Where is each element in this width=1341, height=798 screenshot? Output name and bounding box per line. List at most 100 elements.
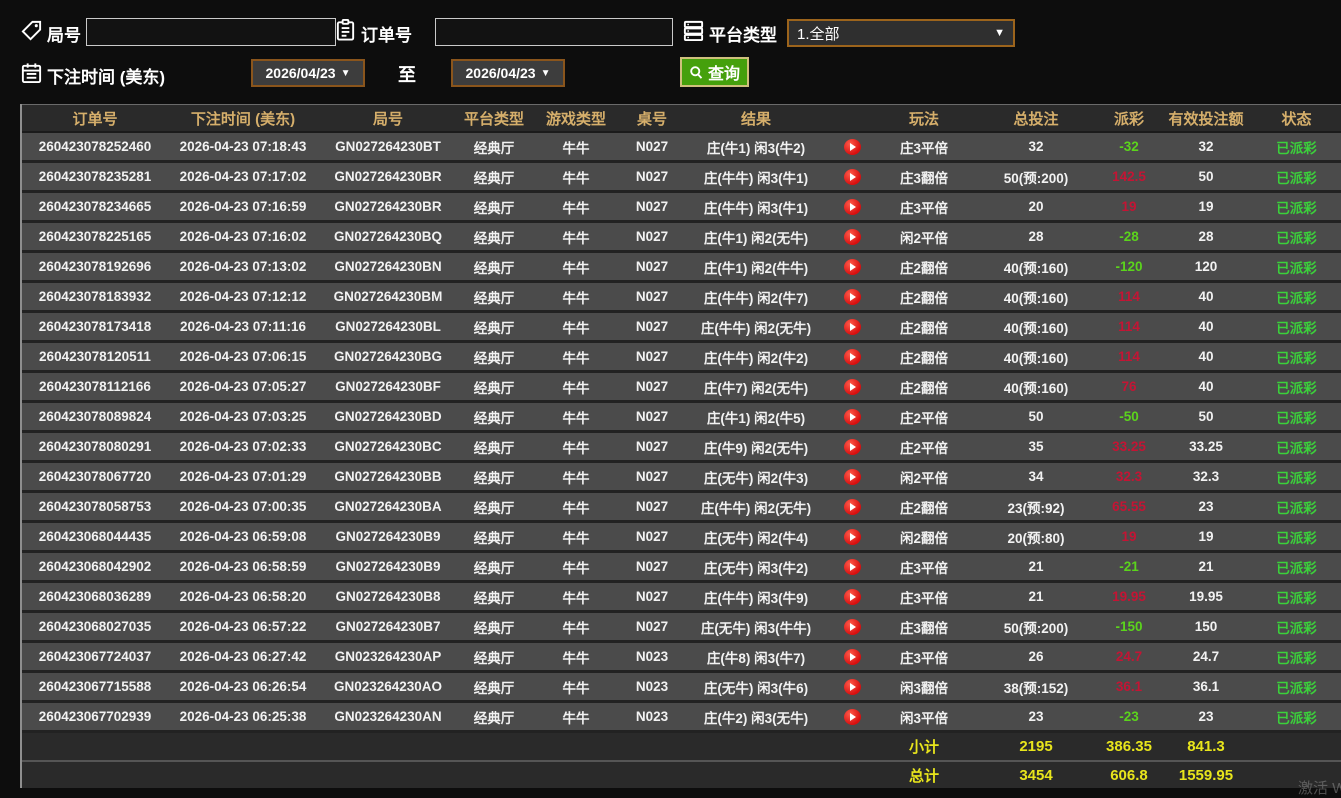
cell-table: N023	[622, 679, 682, 694]
date-to-picker[interactable]: 2026/04/23 ▼	[451, 59, 565, 87]
cell-bet: 40(预:160)	[974, 317, 1098, 337]
play-icon	[850, 443, 856, 451]
table-row: 2604230780802912026-04-23 07:02:33GN0272…	[22, 433, 1341, 463]
play-video-button[interactable]	[844, 589, 861, 605]
play-cell	[830, 679, 874, 695]
cell-order: 260423078080291	[22, 439, 168, 454]
cell-time: 2026-04-23 06:58:20	[168, 589, 318, 604]
cell-time: 2026-04-23 07:16:59	[168, 199, 318, 214]
cell-bet: 40(预:160)	[974, 377, 1098, 397]
cell-round: GN027264230B7	[318, 619, 458, 634]
play-video-button[interactable]	[844, 319, 861, 335]
cell-payout: 65.55	[1098, 499, 1160, 514]
cell-order: 260423078067720	[22, 469, 168, 484]
cell-play: 闲3翻倍	[874, 677, 974, 697]
platform-type-select[interactable]: 1.全部 ▼	[787, 19, 1015, 47]
cell-payout: 33.25	[1098, 439, 1160, 454]
cell-hall: 经典厅	[458, 707, 530, 727]
cell-bet: 32	[974, 139, 1098, 154]
cell-valid: 40	[1160, 349, 1252, 364]
search-button[interactable]: 查询	[680, 57, 749, 87]
play-cell	[830, 319, 874, 335]
play-video-button[interactable]	[844, 199, 861, 215]
cell-valid: 50	[1160, 169, 1252, 184]
play-video-button[interactable]	[844, 229, 861, 245]
cell-play: 庄2翻倍	[874, 287, 974, 307]
column-header: 结果	[682, 108, 830, 129]
play-cell	[830, 469, 874, 485]
table-row: 2604230781926962026-04-23 07:13:02GN0272…	[22, 253, 1341, 283]
round-number-input[interactable]	[86, 18, 336, 46]
cell-payout: 142.5	[1098, 169, 1160, 184]
cell-payout: 114	[1098, 349, 1160, 364]
cell-valid: 40	[1160, 319, 1252, 334]
play-video-button[interactable]	[844, 259, 861, 275]
cell-time: 2026-04-23 07:00:35	[168, 499, 318, 514]
play-icon	[850, 503, 856, 511]
cell-payout: -23	[1098, 709, 1160, 724]
cell-play: 闲2平倍	[874, 467, 974, 487]
cell-status: 已派彩	[1252, 497, 1341, 517]
cell-time: 2026-04-23 06:58:59	[168, 559, 318, 574]
play-video-button[interactable]	[844, 649, 861, 665]
cell-game: 牛牛	[530, 197, 622, 217]
cell-result: 庄(无牛) 闲3(牛2)	[682, 557, 830, 577]
cell-hall: 经典厅	[458, 377, 530, 397]
footer-label: 小计	[874, 736, 974, 757]
play-video-button[interactable]	[844, 499, 861, 515]
cell-status: 已派彩	[1252, 317, 1341, 337]
play-video-button[interactable]	[844, 289, 861, 305]
cell-order: 260423078173418	[22, 319, 168, 334]
cell-round: GN023264230AP	[318, 649, 458, 664]
cell-game: 牛牛	[530, 677, 622, 697]
date-from-picker[interactable]: 2026/04/23 ▼	[251, 59, 365, 87]
footer-bet: 2195	[974, 738, 1098, 755]
cell-valid: 19	[1160, 199, 1252, 214]
play-icon	[850, 623, 856, 631]
cell-time: 2026-04-23 07:11:16	[168, 319, 318, 334]
cell-valid: 40	[1160, 289, 1252, 304]
cell-order: 260423078192696	[22, 259, 168, 274]
order-number-input[interactable]	[435, 18, 673, 46]
play-icon	[850, 653, 856, 661]
cell-time: 2026-04-23 06:27:42	[168, 649, 318, 664]
cell-valid: 32	[1160, 139, 1252, 154]
cell-hall: 经典厅	[458, 647, 530, 667]
cell-payout: 24.7	[1098, 649, 1160, 664]
play-video-button[interactable]	[844, 169, 861, 185]
play-cell	[830, 649, 874, 665]
cell-status: 已派彩	[1252, 347, 1341, 367]
cell-hall: 经典厅	[458, 677, 530, 697]
play-video-button[interactable]	[844, 619, 861, 635]
play-video-button[interactable]	[844, 469, 861, 485]
cell-result: 庄(牛2) 闲3(无牛)	[682, 707, 830, 727]
cell-order: 260423068027035	[22, 619, 168, 634]
play-cell	[830, 589, 874, 605]
cell-order: 260423068042902	[22, 559, 168, 574]
cell-round: GN027264230B8	[318, 589, 458, 604]
play-video-button[interactable]	[844, 379, 861, 395]
cell-result: 庄(无牛) 闲2(牛3)	[682, 467, 830, 487]
calendar-icon	[20, 61, 43, 84]
cell-order: 260423068036289	[22, 589, 168, 604]
play-video-button[interactable]	[844, 409, 861, 425]
cell-status: 已派彩	[1252, 377, 1341, 397]
cell-result: 庄(牛牛) 闲3(牛9)	[682, 587, 830, 607]
cell-bet: 40(预:160)	[974, 287, 1098, 307]
cell-game: 牛牛	[530, 527, 622, 547]
play-video-button[interactable]	[844, 529, 861, 545]
cell-payout: -32	[1098, 139, 1160, 154]
play-icon	[850, 293, 856, 301]
play-video-button[interactable]	[844, 139, 861, 155]
clipboard-icon	[334, 18, 357, 42]
table-row: 2604230680362892026-04-23 06:58:20GN0272…	[22, 583, 1341, 613]
footer-payout: 606.8	[1098, 767, 1160, 784]
play-video-button[interactable]	[844, 709, 861, 725]
play-video-button[interactable]	[844, 679, 861, 695]
play-video-button[interactable]	[844, 439, 861, 455]
play-video-button[interactable]	[844, 349, 861, 365]
play-cell	[830, 379, 874, 395]
cell-game: 牛牛	[530, 317, 622, 337]
play-video-button[interactable]	[844, 559, 861, 575]
chevron-down-icon: ▼	[541, 68, 551, 79]
